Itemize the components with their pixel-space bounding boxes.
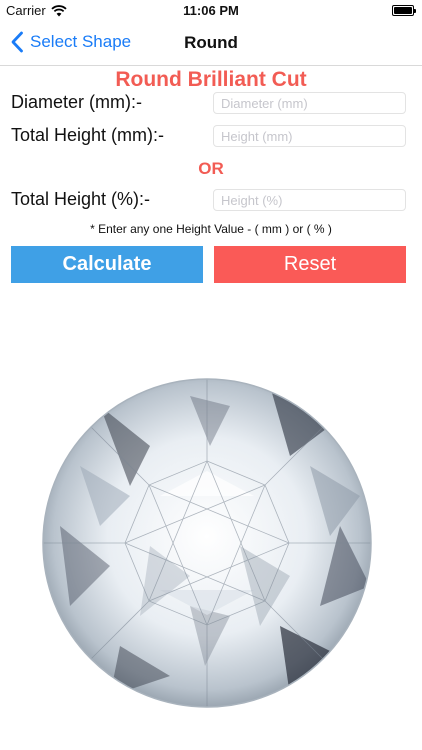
height-hint: * Enter any one Height Value - ( mm ) or… [90, 222, 332, 236]
height-mm-label: Total Height (mm):- [11, 125, 165, 145]
page-title: Round [184, 33, 238, 52]
reset-button[interactable]: Reset [214, 246, 406, 283]
diameter-input[interactable] [213, 92, 406, 114]
height-pct-label: Total Height (%):- [11, 189, 151, 209]
cut-heading: Round Brilliant Cut [115, 68, 307, 91]
height-pct-input[interactable] [213, 189, 406, 211]
diamond-icon [42, 378, 372, 708]
round-diamond-illustration [40, 376, 374, 710]
or-separator: OR [198, 159, 224, 178]
status-time: 11:06 PM [183, 3, 239, 18]
battery-icon [392, 5, 416, 16]
calculate-button[interactable]: Calculate [11, 246, 203, 283]
status-bar: Carrier 11:06 PM [0, 0, 422, 22]
height-mm-input[interactable] [213, 125, 406, 147]
navigation-bar: Select Shape Round [0, 22, 422, 66]
diameter-label: Diameter (mm):- [11, 92, 142, 112]
